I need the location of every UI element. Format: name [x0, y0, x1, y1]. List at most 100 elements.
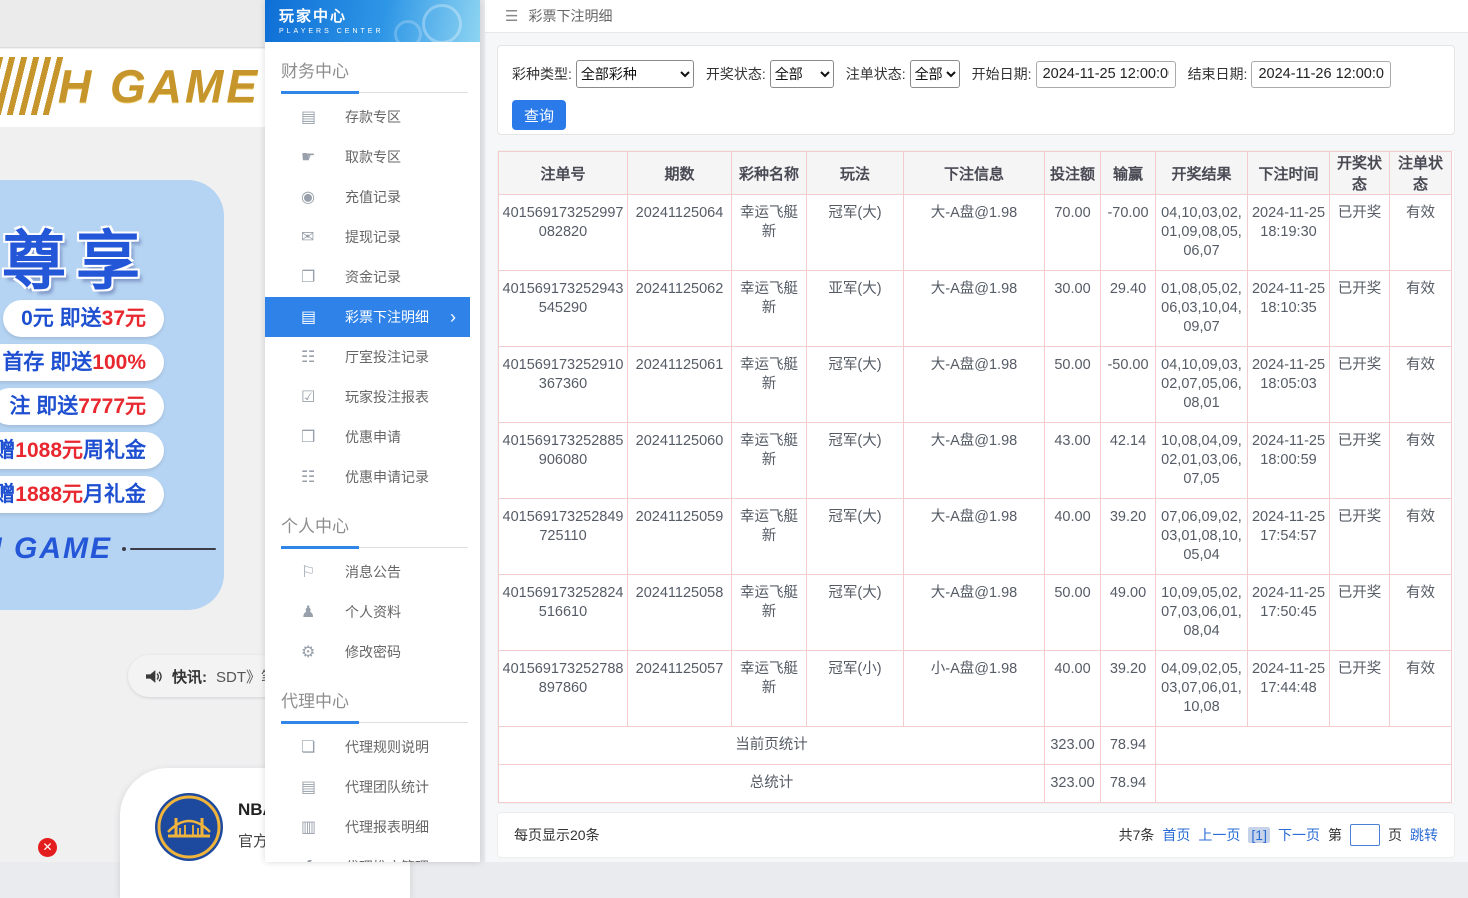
promo-pill[interactable]: 注 即送7777元 [0, 388, 164, 425]
current-page-indicator: [1] [1248, 827, 1270, 843]
cell-amount: 30.00 [1045, 271, 1101, 347]
table-header-cell: 下注信息 [904, 152, 1045, 195]
promo-footer-logo-text: H GAME [0, 532, 112, 566]
table-row: 40156917325288590608020241125060幸运飞艇新冠军(… [499, 423, 1452, 499]
sidebar-item-agent-rules[interactable]: ❏代理规则说明 [265, 727, 480, 767]
start-date-label: 开始日期: [972, 64, 1032, 84]
sidebar-section-divider [281, 720, 468, 723]
cell-amount: 50.00 [1045, 347, 1101, 423]
next-page-link[interactable]: 下一页 [1278, 825, 1320, 845]
promo-pill-text: 周礼金 [83, 439, 146, 462]
sidebar-item-label: 优惠申请 [345, 427, 401, 447]
cell-bet-no: 401569173252943545290 [499, 271, 628, 347]
cell-time: 2024-11-25 17:44:48 [1248, 651, 1330, 727]
table-header-cell: 注单号 [499, 152, 628, 195]
cell-period: 20241125059 [628, 499, 732, 575]
deposit-card-icon: ▤ [301, 107, 345, 127]
cell-period: 20241125062 [628, 271, 732, 347]
cell-bet-no: 401569173252885906080 [499, 423, 628, 499]
promo-pill[interactable]: 首存 即送100% [0, 344, 164, 381]
cell-info: 大-A盘@1.98 [904, 423, 1045, 499]
sidebar-item-label: 彩票下注明细 [345, 307, 429, 327]
end-date-input[interactable] [1251, 61, 1391, 88]
table-body: 40156917325299708282020241125064幸运飞艇新冠军(… [499, 195, 1452, 803]
background-top-strip [0, 0, 265, 48]
cell-period: 20241125061 [628, 347, 732, 423]
sidebar-item-recharge-records[interactable]: ◉充值记录 [265, 177, 480, 217]
main-content: ☰ 彩票下注明细 彩种类型: 全部彩种 开奖状态: 全部 注单状态: 全部 开始… [485, 0, 1468, 862]
cell-bet-status: 有效 [1390, 499, 1452, 575]
cell-info: 小-A盘@1.98 [904, 651, 1045, 727]
promo-popup-subtitle: 官方 [238, 830, 268, 851]
table-row: 40156917325284972511020241125059幸运飞艇新冠军(… [499, 499, 1452, 575]
cell-result: 01,08,05,02,06,03,10,04,09,07 [1156, 271, 1248, 347]
promo-pill[interactable]: 加赠1088元周礼金 [0, 432, 164, 469]
sidebar-item-lottery-bet-details[interactable]: ▤彩票下注明细› [265, 297, 470, 337]
sidebar-item-messages[interactable]: ⚐消息公告 [265, 552, 480, 592]
sidebar-item-withdrawal-records[interactable]: ✉提现记录 [265, 217, 480, 257]
sidebar-item-change-password[interactable]: ⚙修改密码 [265, 632, 480, 672]
cell-info: 大-A盘@1.98 [904, 347, 1045, 423]
sidebar-item-funds-records[interactable]: ❐资金记录 [265, 257, 480, 297]
sidebar-item-agent-report-details[interactable]: ▥代理报表明细 [265, 807, 480, 847]
sidebar-item-agent-promotion[interactable]: ❮代理推广管理 [265, 847, 480, 862]
hamburger-icon[interactable]: ☰ [505, 7, 518, 25]
cell-result: 10,08,04,09,02,01,03,06,07,05 [1156, 423, 1248, 499]
cell-lottery: 幸运飞艇新 [732, 195, 807, 271]
cell-result: 04,09,02,05,03,07,06,01,10,08 [1156, 651, 1248, 727]
sidebar-item-profile[interactable]: ♟个人资料 [265, 592, 480, 632]
table-header-cell: 开奖结果 [1156, 152, 1248, 195]
cash-icon: ✉ [301, 227, 345, 247]
sidebar-item-promo-application[interactable]: ❒优惠申请 [265, 417, 480, 457]
lottery-type-label: 彩种类型: [512, 64, 572, 84]
promo-pill-list: 0元 即送37元首存 即送100% 注 即送7777元加赠1088元周礼金加赠18… [0, 300, 224, 513]
news-icon: ▥ [301, 817, 345, 837]
brand-logo-icon [0, 57, 65, 115]
sidebar-item-label: 资金记录 [345, 267, 401, 287]
sidebar-item-label: 存款专区 [345, 107, 401, 127]
cell-play: 冠军(大) [807, 347, 904, 423]
sidebar-item-label: 优惠申请记录 [345, 467, 429, 487]
promo-pill-text: 首存 即送 [2, 351, 92, 374]
sidebar-item-label: 代理团队统计 [345, 777, 429, 797]
query-button[interactable]: 查询 [512, 100, 566, 130]
cell-bet-no: 401569173252910367360 [499, 347, 628, 423]
lottery-type-select[interactable]: 全部彩种 [576, 60, 694, 88]
jump-link[interactable]: 跳转 [1410, 825, 1438, 845]
promo-pill[interactable]: 0元 即送37元 [3, 300, 164, 337]
sidebar-item-label: 修改密码 [345, 642, 401, 662]
page-jump-suffix: 页 [1388, 825, 1402, 845]
cell-result: 07,06,09,02,03,01,08,10,05,04 [1156, 499, 1248, 575]
cell-result: 04,10,03,02,01,09,08,05,06,07 [1156, 195, 1248, 271]
promo-pill[interactable]: 加赠1888元月礼金 [0, 476, 164, 513]
promo-banner-card[interactable]: 尊享 0元 即送37元首存 即送100%注 即送7777元加赠1088元周礼金加… [0, 180, 224, 610]
start-date-input[interactable] [1036, 61, 1176, 88]
close-icon[interactable]: ✕ [38, 838, 57, 857]
table-header-cell: 下注时间 [1248, 152, 1330, 195]
prev-page-link[interactable]: 上一页 [1198, 825, 1240, 845]
draw-status-select[interactable]: 全部 [770, 60, 834, 88]
sidebar-item-promo-application-records[interactable]: ☷优惠申请记录 [265, 457, 480, 497]
bet-status-select[interactable]: 全部 [910, 60, 960, 88]
sidebar-item-deposit-zone[interactable]: ▤存款专区 [265, 97, 480, 137]
cell-time: 2024-11-25 18:00:59 [1248, 423, 1330, 499]
table-header-cell: 输赢 [1101, 152, 1156, 195]
background-page: H GAME 尊享 0元 即送37元首存 即送100%注 即送7777元加赠10… [0, 0, 265, 862]
logo-band: H GAME [0, 49, 265, 127]
cell-draw-status: 已开奖 [1330, 271, 1390, 347]
sidebar-item-withdraw-zone[interactable]: ☛取款专区 [265, 137, 480, 177]
page-jump-prefix: 第 [1328, 825, 1342, 845]
sidebar-item-hall-bet-records[interactable]: ☷厅室投注记录 [265, 337, 480, 377]
sidebar-item-player-bet-report[interactable]: ☑玩家投注报表 [265, 377, 480, 417]
page-number-input[interactable] [1350, 824, 1380, 846]
sidebar-item-label: 厅室投注记录 [345, 347, 429, 367]
cell-bet-no: 401569173252824516610 [499, 575, 628, 651]
filter-panel: 彩种类型: 全部彩种 开奖状态: 全部 注单状态: 全部 开始日期: 结束日期:… [497, 45, 1455, 135]
table-row: 40156917325282451661020241125058幸运飞艇新冠军(… [499, 575, 1452, 651]
sidebar-item-agent-team-stats[interactable]: ▤代理团队统计 [265, 767, 480, 807]
first-page-link[interactable]: 首页 [1162, 825, 1190, 845]
table-header-cell: 期数 [628, 152, 732, 195]
sidebar-item-label: 玩家投注报表 [345, 387, 429, 407]
cell-play: 亚军(大) [807, 271, 904, 347]
player-center-sidebar: 玩家中心 PLAYERS CENTER 财务中心▤存款专区☛取款专区◉充值记录✉… [265, 0, 480, 862]
